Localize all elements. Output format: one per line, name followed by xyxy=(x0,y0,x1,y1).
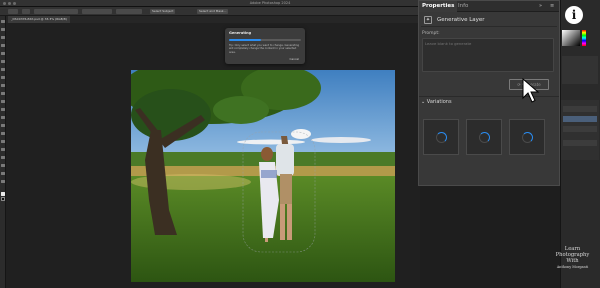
foreground-color-swatch[interactable] xyxy=(1,192,5,196)
hue-slider[interactable] xyxy=(582,30,586,46)
variation-thumbnail-2[interactable] xyxy=(466,119,502,155)
selection-mode-group[interactable] xyxy=(34,9,78,14)
layer-row[interactable] xyxy=(563,106,597,112)
watermark-line: Anthony Morganti xyxy=(556,265,589,269)
layer-row[interactable] xyxy=(563,126,597,132)
watermark-logo: Learn Photography With Anthony Morganti xyxy=(545,246,600,270)
prompt-label: Prompt: xyxy=(422,31,440,36)
options-bar: Select Subject Select and Mask... xyxy=(0,7,420,16)
variation-thumbnail-3[interactable] xyxy=(509,119,545,155)
prompt-input[interactable] xyxy=(422,38,554,72)
gradient-tool[interactable] xyxy=(1,116,5,119)
pen-tool[interactable] xyxy=(1,140,5,143)
variations-header[interactable]: ⌄ Variations xyxy=(421,99,452,105)
document-tab-bar: _DSC0376-Edit.psd @ 33.3% (RGB/8) xyxy=(6,16,420,23)
marquee-tool[interactable] xyxy=(1,28,5,31)
adjustments-panel[interactable] xyxy=(562,56,598,84)
shape-tool[interactable] xyxy=(1,164,5,167)
panel-menu-icon[interactable]: ≡ xyxy=(550,1,554,12)
frame-tool[interactable] xyxy=(1,60,5,63)
document-tab[interactable]: _DSC0376-Edit.psd @ 33.3% (RGB/8) xyxy=(8,16,70,23)
path-selection-tool[interactable] xyxy=(1,156,5,159)
color-picker-field[interactable] xyxy=(562,30,580,46)
pointer-cursor-icon xyxy=(522,78,540,103)
couple-photo-image xyxy=(131,70,395,282)
canvas-photo[interactable] xyxy=(131,70,395,282)
generative-layer-icon: ✦ xyxy=(424,16,432,24)
cancel-button[interactable]: Cancel xyxy=(290,57,299,61)
enhance-edge-toggle[interactable] xyxy=(116,9,142,14)
collapse-panel-icon[interactable]: » xyxy=(539,1,542,12)
select-subject-button[interactable]: Select Subject xyxy=(150,9,176,14)
crop-tool[interactable] xyxy=(1,52,5,55)
generating-tip: Tip: Only select what you want to change… xyxy=(229,44,300,54)
type-tool[interactable] xyxy=(1,148,5,151)
generating-dialog: Generating Tip: Only select what you wan… xyxy=(225,28,305,64)
history-brush-tool[interactable] xyxy=(1,100,5,103)
variations-label: Variations xyxy=(426,99,452,105)
tab-info[interactable]: Info xyxy=(455,1,471,12)
layer-type-label: Generative Layer xyxy=(437,17,485,23)
sample-all-layers-toggle[interactable] xyxy=(82,9,112,14)
generation-progress-bar xyxy=(229,39,301,41)
loading-spinner-icon xyxy=(436,132,447,143)
loading-spinner-icon xyxy=(479,132,490,143)
dodge-tool[interactable] xyxy=(1,132,5,135)
eraser-tool[interactable] xyxy=(1,108,5,111)
healing-brush-tool[interactable] xyxy=(1,76,5,79)
home-button[interactable] xyxy=(8,9,18,14)
tab-properties[interactable]: Properties xyxy=(419,1,458,12)
tool-preset-button[interactable] xyxy=(22,9,30,14)
move-tool[interactable] xyxy=(1,20,5,23)
background-color-swatch[interactable] xyxy=(1,197,5,201)
select-and-mask-button[interactable]: Select and Mask... xyxy=(197,9,229,14)
lasso-tool[interactable] xyxy=(1,36,5,39)
info-icon: i xyxy=(565,6,583,24)
layer-row[interactable] xyxy=(563,140,597,146)
variation-thumbnail-1[interactable] xyxy=(423,119,459,155)
generation-progress-fill xyxy=(229,39,262,41)
properties-tab-bar: Properties Info » ≡ xyxy=(419,1,559,12)
clone-stamp-tool[interactable] xyxy=(1,92,5,95)
generative-layer-header: ✦ Generative Layer xyxy=(421,13,557,27)
generating-title: Generating xyxy=(229,31,252,35)
object-selection-tool[interactable] xyxy=(1,44,5,47)
blur-tool[interactable] xyxy=(1,124,5,127)
zoom-tool[interactable] xyxy=(1,180,5,183)
hand-tool[interactable] xyxy=(1,172,5,175)
loading-spinner-icon xyxy=(522,132,533,143)
eyedropper-tool[interactable] xyxy=(1,68,5,71)
brush-tool[interactable] xyxy=(1,84,5,87)
layer-row[interactable] xyxy=(563,116,597,122)
